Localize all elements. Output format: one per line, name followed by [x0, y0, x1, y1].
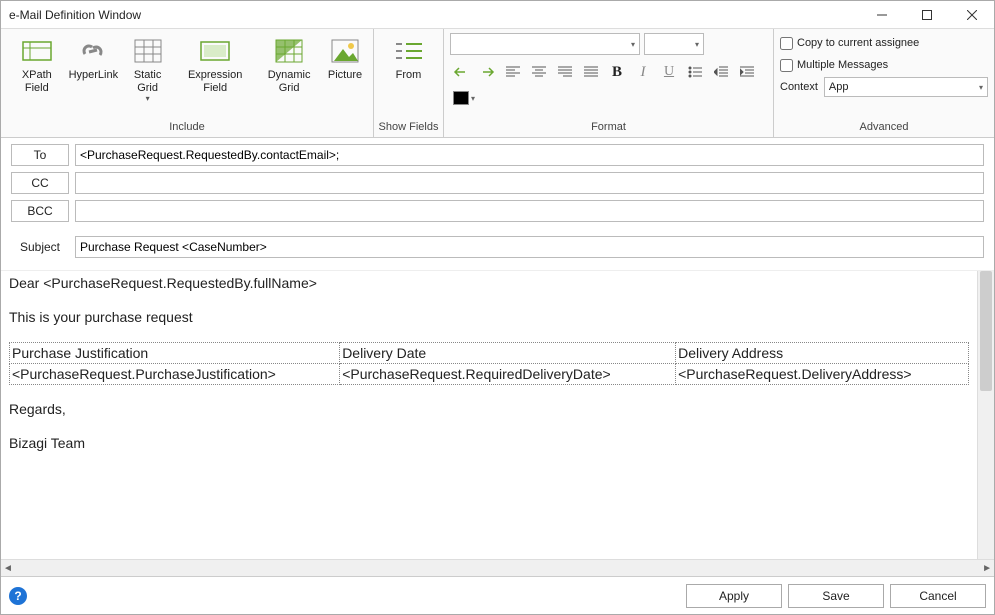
table-header-cell: Delivery Date	[340, 342, 676, 363]
include-group-label: Include	[1, 119, 373, 137]
xpath-field-label: XPath Field	[13, 69, 61, 95]
expression-field-button[interactable]: Expression Field	[175, 33, 255, 97]
maximize-button[interactable]	[904, 1, 949, 29]
body-intro: This is your purchase request	[9, 307, 969, 327]
static-grid-label: Static Grid	[126, 69, 169, 95]
bcc-input[interactable]	[75, 200, 984, 222]
dynamic-grid-label: Dynamic Grid	[261, 69, 317, 95]
expression-field-label: Expression Field	[181, 69, 249, 95]
static-grid-icon	[132, 35, 164, 67]
window-controls	[859, 1, 994, 29]
static-grid-button[interactable]: Static Grid ▾	[120, 33, 175, 105]
context-label: Context	[780, 81, 818, 93]
editor-area: Dear <PurchaseRequest.RequestedBy.fullNa…	[1, 270, 994, 559]
footer: ? Apply Save Cancel	[1, 576, 994, 614]
copy-assignee-row[interactable]: Copy to current assignee	[780, 33, 988, 53]
body-greeting: Dear <PurchaseRequest.RequestedBy.fullNa…	[9, 273, 969, 293]
show-fields-group-label: Show Fields	[374, 119, 443, 137]
help-button[interactable]: ?	[9, 587, 27, 605]
table-row: <PurchaseRequest.PurchaseJustification> …	[10, 363, 969, 384]
from-button[interactable]: From	[387, 33, 431, 84]
dropdown-caret-icon: ▾	[146, 95, 150, 103]
picture-label: Picture	[328, 69, 362, 82]
vertical-scrollbar[interactable]	[977, 271, 994, 559]
picture-button[interactable]: Picture	[323, 33, 367, 84]
advanced-group-label: Advanced	[774, 119, 994, 137]
body-regards: Regards,	[9, 399, 969, 419]
hyperlink-icon	[77, 35, 109, 67]
table-row: Purchase Justification Delivery Date Del…	[10, 342, 969, 363]
font-color-button[interactable]: ▾	[450, 87, 478, 109]
align-left-button[interactable]	[502, 61, 524, 83]
format-group-label: Format	[444, 119, 773, 137]
subject-input[interactable]	[75, 236, 984, 258]
titlebar: e-Mail Definition Window	[1, 1, 994, 29]
xpath-field-icon	[21, 35, 53, 67]
hyperlink-label: HyperLink	[69, 69, 119, 82]
minimize-button[interactable]	[859, 1, 904, 29]
scroll-left-icon: ◄	[3, 563, 13, 574]
color-swatch-icon	[453, 91, 469, 105]
redo-button[interactable]	[476, 61, 498, 83]
context-value: App	[829, 81, 849, 93]
multiple-messages-checkbox[interactable]	[780, 59, 793, 72]
align-center-button[interactable]	[528, 61, 550, 83]
expression-field-icon	[199, 35, 231, 67]
save-button[interactable]: Save	[788, 584, 884, 608]
ribbon: XPath Field HyperLink Static Grid ▾ Expr…	[1, 29, 994, 138]
bcc-button[interactable]: BCC	[11, 200, 69, 222]
table-cell: <PurchaseRequest.RequiredDeliveryDate>	[340, 363, 676, 384]
cc-button[interactable]: CC	[11, 172, 69, 194]
font-family-select[interactable]: ▾	[450, 33, 640, 55]
italic-button[interactable]: I	[632, 61, 654, 83]
horizontal-scrollbar[interactable]: ◄ ►	[1, 559, 994, 576]
copy-assignee-checkbox[interactable]	[780, 37, 793, 50]
body-signature: Bizagi Team	[9, 433, 969, 453]
multiple-messages-row[interactable]: Multiple Messages	[780, 55, 988, 75]
copy-assignee-label: Copy to current assignee	[797, 37, 919, 49]
bold-button[interactable]: B	[606, 61, 628, 83]
multiple-messages-label: Multiple Messages	[797, 59, 888, 71]
table-header-cell: Purchase Justification	[10, 342, 340, 363]
indent-button[interactable]	[736, 61, 758, 83]
table-header-cell: Delivery Address	[676, 342, 969, 363]
align-right-button[interactable]	[554, 61, 576, 83]
ribbon-group-include: XPath Field HyperLink Static Grid ▾ Expr…	[1, 29, 374, 137]
dynamic-grid-icon	[273, 35, 305, 67]
ribbon-group-show-fields: From Show Fields	[374, 29, 444, 137]
subject-label: Subject	[11, 240, 69, 254]
scroll-right-icon: ►	[982, 563, 992, 574]
apply-button[interactable]: Apply	[686, 584, 782, 608]
from-label: From	[396, 69, 422, 82]
window-title: e-Mail Definition Window	[1, 8, 859, 22]
underline-button[interactable]: U	[658, 61, 680, 83]
hyperlink-button[interactable]: HyperLink	[67, 33, 120, 84]
header-fields: To CC BCC Subject	[1, 138, 994, 270]
to-input[interactable]	[75, 144, 984, 166]
scrollbar-thumb[interactable]	[980, 271, 992, 391]
table-cell: <PurchaseRequest.DeliveryAddress>	[676, 363, 969, 384]
cancel-button[interactable]: Cancel	[890, 584, 986, 608]
picture-icon	[329, 35, 361, 67]
context-row: Context App ▾	[780, 77, 988, 97]
dynamic-grid-button[interactable]: Dynamic Grid	[255, 33, 323, 97]
email-definition-window: e-Mail Definition Window XPath Field Hyp…	[0, 0, 995, 615]
body-editor[interactable]: Dear <PurchaseRequest.RequestedBy.fullNa…	[1, 271, 977, 559]
context-select[interactable]: App ▾	[824, 77, 988, 97]
align-justify-button[interactable]	[580, 61, 602, 83]
table-cell: <PurchaseRequest.PurchaseJustification>	[10, 363, 340, 384]
xpath-field-button[interactable]: XPath Field	[7, 33, 67, 97]
bullet-list-button[interactable]	[684, 61, 706, 83]
to-button[interactable]: To	[11, 144, 69, 166]
undo-button[interactable]	[450, 61, 472, 83]
cc-input[interactable]	[75, 172, 984, 194]
ribbon-group-advanced: Copy to current assignee Multiple Messag…	[774, 29, 994, 137]
font-size-select[interactable]: ▾	[644, 33, 704, 55]
close-button[interactable]	[949, 1, 994, 29]
from-icon	[393, 35, 425, 67]
outdent-button[interactable]	[710, 61, 732, 83]
body-table: Purchase Justification Delivery Date Del…	[9, 342, 969, 386]
ribbon-group-format: ▾ ▾ B I U ▾	[444, 29, 774, 137]
